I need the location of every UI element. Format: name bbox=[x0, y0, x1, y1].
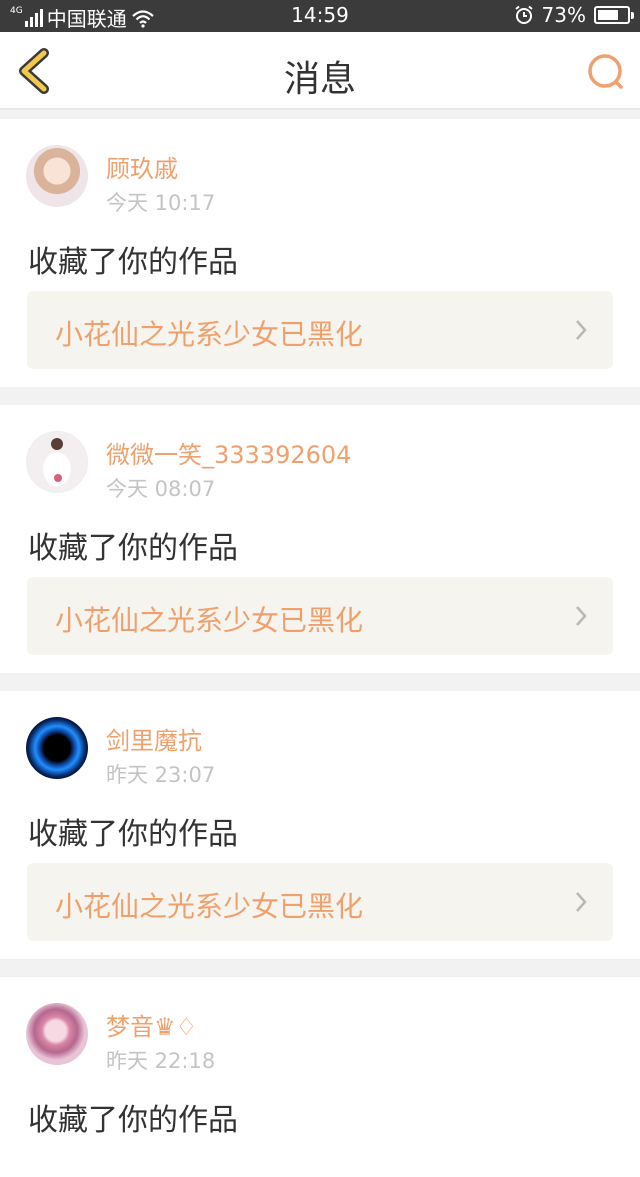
status-bar: 4G 中国联通 14:59 73% bbox=[0, 0, 640, 32]
work-link[interactable]: 小花仙之光系少女已黑化 bbox=[27, 577, 613, 655]
message-username[interactable]: 梦音♛♢ bbox=[106, 1007, 197, 1042]
anime-girl-avatar[interactable] bbox=[26, 1003, 88, 1065]
page-title: 消息 bbox=[283, 59, 356, 100]
battery-icon bbox=[594, 6, 634, 24]
work-link[interactable]: 小花仙之光系少女已黑化 bbox=[27, 291, 613, 369]
message-username[interactable]: 顾玖戚 bbox=[106, 149, 178, 184]
chevron-right-icon bbox=[576, 320, 587, 340]
work-title: 小花仙之光系少女已黑化 bbox=[55, 890, 364, 923]
message-time: 今天 08:07 bbox=[106, 477, 216, 501]
message-username[interactable]: 剑里魔抗 bbox=[106, 721, 202, 756]
alarm-icon bbox=[514, 5, 533, 24]
chevron-right-icon bbox=[576, 892, 587, 912]
message-action: 收藏了你的作品 bbox=[28, 817, 238, 852]
message-time: 昨天 22:18 bbox=[106, 1049, 216, 1073]
message-list: 顾玖戚 今天 10:17 收藏了你的作品 小花仙之光系少女已黑化 微微一笑_33… bbox=[0, 119, 640, 1177]
search-icon[interactable] bbox=[586, 52, 626, 92]
message-time: 昨天 23:07 bbox=[106, 763, 216, 787]
message-card: 剑里魔抗 昨天 23:07 收藏了你的作品 小花仙之光系少女已黑化 bbox=[0, 691, 640, 959]
message-card: 梦音♛♢ 昨天 22:18 收藏了你的作品 bbox=[0, 977, 640, 1177]
message-username[interactable]: 微微一笑_333392604 bbox=[106, 435, 351, 470]
girl-portrait-avatar[interactable] bbox=[26, 145, 88, 207]
message-time: 今天 10:17 bbox=[106, 191, 216, 215]
nav-header: 消息 bbox=[0, 32, 640, 110]
work-title: 小花仙之光系少女已黑化 bbox=[55, 318, 364, 351]
work-title: 小花仙之光系少女已黑化 bbox=[55, 604, 364, 637]
battery-percent: 73% bbox=[541, 3, 586, 27]
dancer-avatar[interactable] bbox=[26, 431, 88, 493]
battery-fill bbox=[598, 10, 618, 20]
message-action: 收藏了你的作品 bbox=[28, 1103, 238, 1138]
status-right: 73% bbox=[514, 3, 634, 27]
message-action: 收藏了你的作品 bbox=[28, 531, 238, 566]
work-link[interactable]: 小花仙之光系少女已黑化 bbox=[27, 863, 613, 941]
message-card: 微微一笑_333392604 今天 08:07 收藏了你的作品 小花仙之光系少女… bbox=[0, 405, 640, 673]
chevron-right-icon bbox=[576, 606, 587, 626]
message-action: 收藏了你的作品 bbox=[28, 245, 238, 280]
message-card: 顾玖戚 今天 10:17 收藏了你的作品 小花仙之光系少女已黑化 bbox=[0, 119, 640, 387]
blue-orb-avatar[interactable] bbox=[26, 717, 88, 779]
